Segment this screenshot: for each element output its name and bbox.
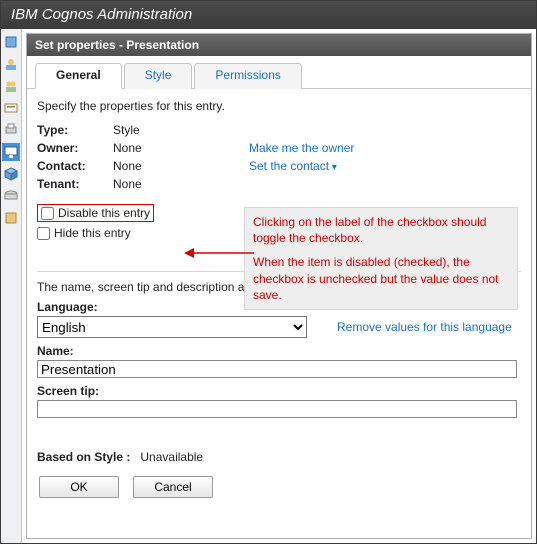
- security-icon[interactable]: [2, 33, 20, 51]
- data-icon[interactable]: [2, 209, 20, 227]
- dialog-buttons: OK Cancel: [39, 476, 521, 498]
- ok-button[interactable]: OK: [39, 476, 119, 498]
- groups-icon[interactable]: [2, 77, 20, 95]
- annotation-callout: Clicking on the label of the checkbox sh…: [244, 207, 518, 310]
- tab-strip: General Style Permissions: [27, 56, 531, 89]
- annotation-text-1: Clicking on the label of the checkbox sh…: [253, 214, 509, 246]
- dialog-wrap: Set properties - Presentation General St…: [22, 29, 536, 543]
- printer-icon[interactable]: [2, 121, 20, 139]
- properties-table: Type: Style Owner: None Make me the owne…: [37, 121, 360, 193]
- remove-values-link[interactable]: Remove values for this language: [337, 320, 512, 334]
- disable-entry-label[interactable]: Disable this entry: [58, 206, 150, 220]
- tab-permissions[interactable]: Permissions: [194, 63, 301, 89]
- config-icon[interactable]: [2, 99, 20, 117]
- tenant-value: None: [113, 175, 249, 193]
- screen-tip-label: Screen tip:: [37, 384, 521, 398]
- intro-text: Specify the properties for this entry.: [37, 99, 521, 113]
- language-row: English Remove values for this language: [37, 316, 521, 338]
- type-value: Style: [113, 121, 249, 139]
- tab-style[interactable]: Style: [124, 63, 193, 89]
- app-window: IBM Cognos Administration Set properties…: [0, 0, 537, 544]
- annotation-text-2: When the item is disabled (checked), the…: [253, 254, 509, 303]
- cancel-button[interactable]: Cancel: [133, 476, 213, 498]
- based-on-value: Unavailable: [140, 450, 203, 464]
- owner-value: None: [113, 139, 249, 157]
- annotation-arrow-icon: [184, 247, 254, 259]
- cube-icon[interactable]: [2, 165, 20, 183]
- hide-entry-checkbox[interactable]: [37, 227, 50, 240]
- sidebar: [1, 29, 22, 543]
- make-me-owner-link[interactable]: Make me the owner: [249, 141, 354, 155]
- hide-entry-label[interactable]: Hide this entry: [54, 226, 131, 240]
- dialog-title: Set properties - Presentation: [27, 34, 531, 56]
- name-label: Name:: [37, 344, 521, 358]
- based-on-row: Based on Style : Unavailable: [37, 450, 521, 464]
- disk-icon[interactable]: [2, 187, 20, 205]
- app-title: IBM Cognos Administration: [1, 1, 536, 29]
- set-the-contact-link[interactable]: Set the contact: [249, 159, 337, 173]
- screen-tip-input[interactable]: [37, 400, 517, 418]
- name-input[interactable]: [37, 360, 517, 378]
- contact-label: Contact:: [37, 157, 113, 175]
- language-select[interactable]: English: [37, 316, 307, 338]
- users-icon[interactable]: [2, 55, 20, 73]
- app-body: Set properties - Presentation General St…: [1, 29, 536, 543]
- type-label: Type:: [37, 121, 113, 139]
- disable-entry-checkbox[interactable]: [41, 207, 54, 220]
- tenant-label: Tenant:: [37, 175, 113, 193]
- tab-general[interactable]: General: [35, 63, 122, 89]
- monitor-icon[interactable]: [2, 143, 20, 161]
- owner-label: Owner:: [37, 139, 113, 157]
- disable-entry-highlight: Disable this entry: [37, 204, 154, 222]
- based-on-label: Based on Style :: [37, 450, 130, 464]
- contact-value: None: [113, 157, 249, 175]
